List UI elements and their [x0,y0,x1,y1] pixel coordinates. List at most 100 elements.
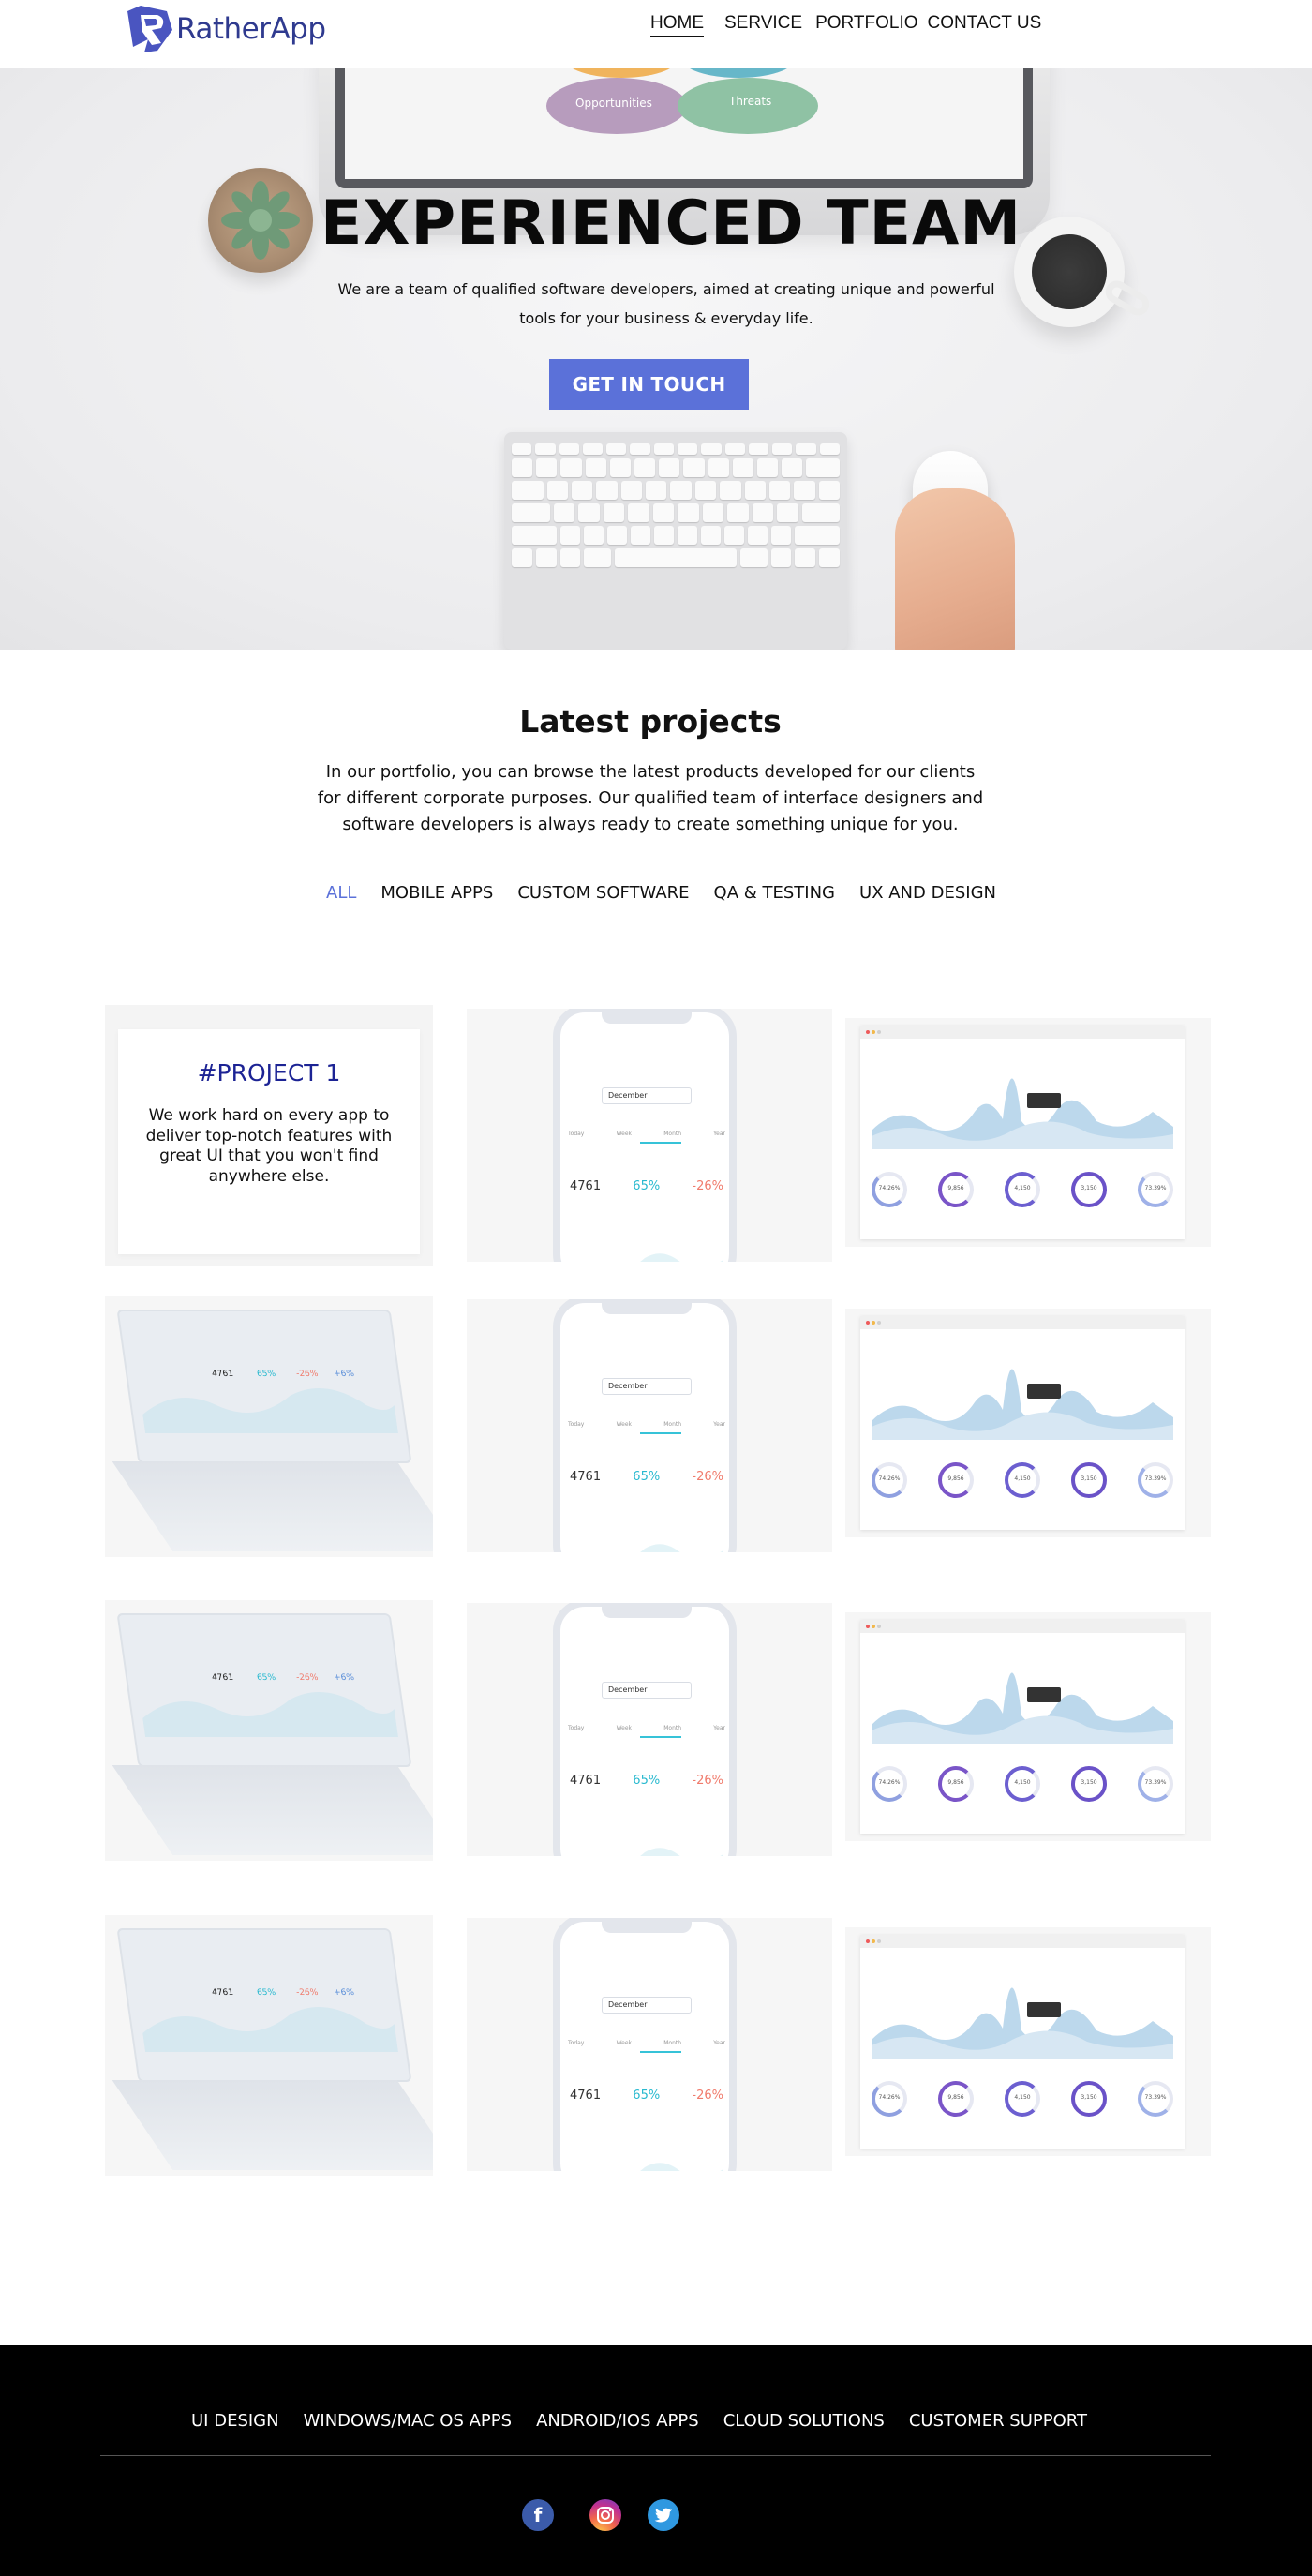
projects-intro: In our portfolio, you can browse the lat… [317,762,984,834]
ring-value: 73.39% [1144,2094,1167,2101]
phone-tab-year: Year [713,2040,725,2046]
project-card-laptop-1[interactable]: 4761 65% -26% +6% [105,1296,433,1557]
dashboard-mockup: 74.26% 9,856 4,150 3,150 73.39% [860,1620,1185,1834]
filter-ux-design[interactable]: UX AND DESIGN [859,883,996,903]
project-card-laptop-3[interactable]: 4761 65% -26% +6% [105,1915,433,2176]
ring-value: 74.26% [878,1185,901,1191]
brand-logo[interactable]: RatherApp [120,2,326,56]
ring-value: 4,150 [1014,1779,1031,1786]
footer-link-android-ios-apps[interactable]: ANDROID/IOS APPS [536,2411,699,2431]
ring-value: 4,150 [1014,1475,1031,1482]
footer-links: UI DESIGN WINDOWS/MAC OS APPS ANDROID/IO… [191,2411,1087,2431]
phone-mockup: December Today Week Month Year 4761 65% … [553,1299,737,1552]
filter-all[interactable]: ALL [326,883,356,903]
footer-link-cloud-solutions[interactable]: CLOUD SOLUTIONS [723,2411,885,2431]
phone-stat-rate: 65% [633,2089,661,2103]
site-footer: UI DESIGN WINDOWS/MAC OS APPS ANDROID/IO… [0,2345,1312,2576]
nav-contact-us[interactable]: CONTACT US [928,13,1042,37]
phone-mockup: December Today Week Month Year 4761 65% … [553,1009,737,1262]
ring-value: 4,150 [1014,2094,1031,2101]
phone-stat-total: 4761 [570,1470,602,1484]
twitter-icon[interactable] [648,2499,679,2531]
ring-value: 9,856 [947,1475,964,1482]
featured-project-title: #PROJECT 1 [197,1059,341,1086]
hero-subtitle: We are a team of qualified software deve… [337,280,995,327]
project-filters: ALL MOBILE APPS CUSTOM SOFTWARE QA & TES… [326,883,996,903]
featured-project-text: We work hard on every app to deliver top… [145,1106,393,1186]
venn-label-opportunities: Opportunities [575,97,652,110]
phone-tab-today: Today [568,1725,585,1731]
phone-stat-change: -26% [692,1179,723,1193]
dashboard-mockup: 74.26% 9,856 4,150 3,150 73.39% [860,1935,1185,2149]
project-card-phone-2[interactable]: December Today Week Month Year 4761 65% … [467,1299,832,1552]
phone-month-select: December [602,1997,692,2014]
phone-stat-rate: 65% [633,1470,661,1484]
instagram-icon[interactable] [589,2499,621,2531]
phone-stat-change: -26% [692,1774,723,1788]
phone-tab-week: Week [616,1421,633,1428]
phone-stat-change: -26% [692,1470,723,1484]
ring-value: 9,856 [947,1185,964,1191]
footer-link-customer-support[interactable]: CUSTOMER SUPPORT [909,2411,1087,2431]
project-card-phone-1[interactable]: December Today Week Month Year 4761 65% … [467,1009,832,1262]
get-in-touch-button[interactable]: GET IN TOUCH [549,359,749,410]
ring-value: 74.26% [878,1779,901,1786]
phone-stat-total: 4761 [570,2089,602,2103]
project-card-phone-4[interactable]: December Today Week Month Year 4761 65% … [467,1918,832,2171]
phone-tab-week: Week [616,1131,633,1137]
project-card-dashboard-3[interactable]: 74.26% 9,856 4,150 3,150 73.39% [845,1612,1211,1841]
phone-mockup: December Today Week Month Year 4761 65% … [553,1603,737,1856]
phone-stat-rate: 65% [633,1179,661,1193]
venn-label-threats: Threats [729,95,772,108]
phone-tab-year: Year [713,1725,725,1731]
phone-tab-month: Month [663,2040,682,2046]
phone-month-select: December [602,1378,692,1395]
filter-qa-testing[interactable]: QA & TESTING [714,883,835,903]
ring-value: 9,856 [947,1779,964,1786]
ring-value: 3,150 [1081,2094,1097,2101]
project-card-laptop-2[interactable]: 4761 65% -26% +6% [105,1600,433,1861]
phone-month-select: December [602,1087,692,1104]
laptop-mockup: 4761 65% -26% +6% [116,1928,412,2082]
phone-tab-year: Year [713,1131,725,1137]
nav-service[interactable]: SERVICE [724,13,802,37]
phone-tab-month: Month [663,1725,682,1731]
dashboard-wave-chart [872,1369,1173,1440]
footer-link-ui-design[interactable]: UI DESIGN [191,2411,279,2431]
hand-image [895,488,1015,650]
main-nav: HOME SERVICE PORTFOLIO CONTACT US [650,13,1041,37]
projects-title: Latest projects [519,703,782,740]
phone-stat-total: 4761 [570,1774,602,1788]
site-header: RatherApp HOME SERVICE PORTFOLIO CONTACT… [0,0,1312,68]
ring-value: 3,150 [1081,1779,1097,1786]
phone-tab-month: Month [663,1131,682,1137]
footer-divider [100,2455,1211,2456]
ring-value: 74.26% [878,1475,901,1482]
dashboard-mockup: 74.26% 9,856 4,150 3,150 73.39% [860,1026,1185,1239]
filter-custom-software[interactable]: CUSTOM SOFTWARE [517,883,689,903]
project-card-phone-3[interactable]: December Today Week Month Year 4761 65% … [467,1603,832,1856]
ring-value: 73.39% [1144,1475,1167,1482]
dashboard-wave-chart [872,1078,1173,1149]
phone-tab-week: Week [616,1725,633,1731]
project-card-featured[interactable]: #PROJECT 1 We work hard on every app to … [105,1005,433,1266]
dashboard-mockup: 74.26% 9,856 4,150 3,150 73.39% [860,1316,1185,1530]
ring-value: 3,150 [1081,1475,1097,1482]
nav-portfolio[interactable]: PORTFOLIO [815,13,917,37]
phone-month-select: December [602,1682,692,1699]
phone-tab-month: Month [663,1421,682,1428]
dashboard-wave-chart [872,1987,1173,2059]
project-card-dashboard-4[interactable]: 74.26% 9,856 4,150 3,150 73.39% [845,1927,1211,2156]
nav-home[interactable]: HOME [650,13,704,37]
project-card-dashboard-2[interactable]: 74.26% 9,856 4,150 3,150 73.39% [845,1309,1211,1537]
ring-value: 74.26% [878,2094,901,2101]
phone-tab-today: Today [568,1421,585,1428]
instagram-glyph-icon [597,2507,614,2524]
hero-title: EXPERIENCED TEAM [320,188,1021,259]
twitter-bird-icon [654,2508,672,2523]
project-card-dashboard-1[interactable]: 74.26% 9,856 4,150 3,150 73.39% [845,1018,1211,1247]
facebook-icon[interactable]: f [522,2499,554,2531]
footer-link-windows-mac-apps[interactable]: WINDOWS/MAC OS APPS [304,2411,512,2431]
filter-mobile-apps[interactable]: MOBILE APPS [380,883,493,903]
ring-value: 73.39% [1144,1185,1167,1191]
